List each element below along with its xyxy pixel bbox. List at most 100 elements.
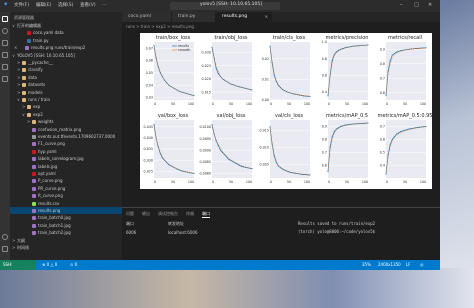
data-point: [327, 95, 329, 97]
y-tick-label: 0.0095: [199, 137, 211, 141]
notifications-bell-icon[interactable]: ◎: [420, 260, 424, 270]
file-item[interactable]: F1_curve.png: [10, 140, 122, 147]
img-file-icon: [32, 223, 36, 228]
bottom-panel: 问题 输出 调试控制台 终端 端口 端口 转发地址 6006 localhost…: [122, 207, 440, 260]
y-tick-label: 0.8: [322, 138, 327, 142]
folder-item[interactable]: ∨ runs / train: [10, 96, 122, 103]
menu-view[interactable]: 查看(V): [80, 2, 96, 8]
menu-file[interactable]: 文件(F): [14, 2, 29, 8]
menu-edit[interactable]: 编辑(E): [36, 2, 51, 8]
source-control-icon[interactable]: [2, 40, 8, 46]
item-label: __pycache__: [28, 60, 53, 65]
x-tick-label: 100: [188, 180, 194, 184]
port-number[interactable]: 6006: [126, 230, 136, 235]
sidebar-section[interactable]: ∨ 打开的编辑器: [10, 22, 122, 29]
tab-train-py[interactable]: train.py: [172, 12, 216, 22]
extensions-icon[interactable]: [2, 64, 8, 70]
close-tab-icon[interactable]: ✕: [265, 12, 268, 22]
item-label: PR_curve.png: [38, 185, 66, 191]
yaml-file-icon: [32, 149, 36, 154]
item-label: hyp.yaml: [38, 148, 57, 154]
x-tick-label: 0: [386, 180, 388, 184]
maximize-button[interactable]: □: [414, 2, 419, 8]
menu-more[interactable]: ...: [102, 2, 106, 7]
folder-item[interactable]: > weights: [10, 118, 122, 125]
close-editor-icon[interactable]: ✕: [14, 44, 17, 51]
file-item[interactable]: train_batch2.jpg: [10, 229, 122, 236]
folder-item[interactable]: > datasets: [10, 81, 122, 88]
settings-gear-icon[interactable]: [2, 246, 8, 252]
legend-label: smooth: [178, 48, 190, 52]
file-item[interactable]: train.py: [10, 37, 122, 44]
sidebar-section[interactable]: ∨ YOLOV5 [SSH: 10.10.65.105]: [10, 52, 122, 59]
data-point: [385, 173, 387, 175]
ports-count[interactable]: ⊙ 0: [70, 260, 77, 270]
x-tick-label: 100: [420, 180, 426, 184]
x-tick-label: 100: [362, 102, 368, 106]
remote-indicator[interactable]: SSH: 10.10.65.105: [0, 260, 36, 270]
file-item[interactable]: results.png: [10, 207, 122, 214]
folder-item[interactable]: > data: [10, 74, 122, 81]
panel-tab-ports[interactable]: 端口: [202, 211, 210, 218]
minimize-button[interactable]: –: [400, 2, 403, 8]
results-chart-grid: train/box_loss0.070.060.050.040.030 50 100…: [140, 33, 432, 189]
item-label: models: [28, 89, 43, 95]
remote-explorer-icon[interactable]: [2, 76, 8, 82]
chart-title: val/box_loss: [158, 113, 189, 119]
panel-tab-output[interactable]: 输出: [142, 211, 150, 217]
chart-title: metrics/mAP_0.5: [326, 113, 368, 119]
terminal-prompt[interactable]: (torch) yolo@8000:~/code/yolov5$: [298, 229, 375, 234]
data-point: [331, 59, 333, 61]
y-tick-label: 0.4: [380, 163, 385, 167]
zoom-level[interactable]: 35%: [362, 260, 371, 270]
y-tick-label: 0.025: [202, 64, 211, 68]
item-label: weights: [38, 119, 54, 125]
tab-results-png[interactable]: results.png ✕: [216, 12, 272, 22]
file-item[interactable]: opt.yaml: [10, 170, 122, 177]
problems-count[interactable]: ⊗ 0 △ 0: [42, 260, 57, 270]
y-tick-label: 0.6: [380, 138, 385, 142]
folder-item[interactable]: > __pycache__: [10, 59, 122, 66]
x-tick-label: 50: [345, 180, 349, 184]
file-item[interactable]: R_curve.png: [10, 192, 122, 199]
folder-item[interactable]: ∨ exp2: [10, 111, 122, 118]
file-item[interactable]: PR_curve.png: [10, 185, 122, 192]
file-item[interactable]: hyp.yaml: [10, 148, 122, 155]
file-item[interactable]: train_batch1.jpg: [10, 222, 122, 229]
file-item[interactable]: results.csv: [10, 200, 122, 207]
y-tick-label: 0.035: [144, 147, 153, 151]
data-point: [389, 143, 391, 146]
x-tick-label: 50: [171, 102, 175, 106]
file-item[interactable]: train_batch0.jpg: [10, 214, 122, 221]
img-file-icon: [32, 194, 36, 199]
panel-tab-terminal[interactable]: 终端: [186, 211, 194, 217]
panel-tab-problems[interactable]: 问题: [126, 211, 134, 217]
line-ending[interactable]: LF: [406, 260, 411, 270]
close-window-button[interactable]: ✕: [428, 2, 432, 8]
file-item[interactable]: coco.yaml data: [10, 29, 122, 36]
y-tick-label: 1.0: [322, 40, 327, 44]
sidebar-section[interactable]: > 时间线: [10, 244, 122, 251]
folder-item[interactable]: > classify: [10, 66, 122, 73]
x-tick-label: 50: [229, 180, 233, 184]
search-icon[interactable]: [2, 28, 8, 34]
folder-item[interactable]: > models: [10, 89, 122, 96]
file-item[interactable]: P_curve.png: [10, 177, 122, 184]
menu-selection[interactable]: 选择(S): [58, 2, 73, 8]
file-item[interactable]: confusion_matrix.png: [10, 126, 122, 133]
folder-item[interactable]: > exp: [10, 103, 122, 110]
port-forward-address[interactable]: localhost:6006: [168, 230, 197, 235]
file-item[interactable]: labels_correlogram.jpg: [10, 155, 122, 162]
tab-coco-yaml[interactable]: coco.yaml: [122, 12, 172, 22]
sidebar-section[interactable]: > 大纲: [10, 237, 122, 244]
account-icon[interactable]: [2, 234, 8, 240]
panel-tab-debug-console[interactable]: 调试控制台: [158, 211, 178, 217]
explorer-icon[interactable]: [2, 16, 8, 22]
data-point: [398, 132, 400, 134]
item-label: labels.jpg: [38, 163, 58, 169]
file-item[interactable]: labels.jpg: [10, 163, 122, 170]
file-item[interactable]: results.png runs/train/exp2 ✕: [10, 44, 122, 51]
file-item[interactable]: events.out.tfevents.1709602737.0000: [10, 133, 122, 140]
status-bar: SSH: 10.10.65.105 ⊗ 0 △ 0 ⊙ 0 35% 2400x1…: [0, 260, 440, 270]
run-debug-icon[interactable]: [2, 52, 8, 58]
